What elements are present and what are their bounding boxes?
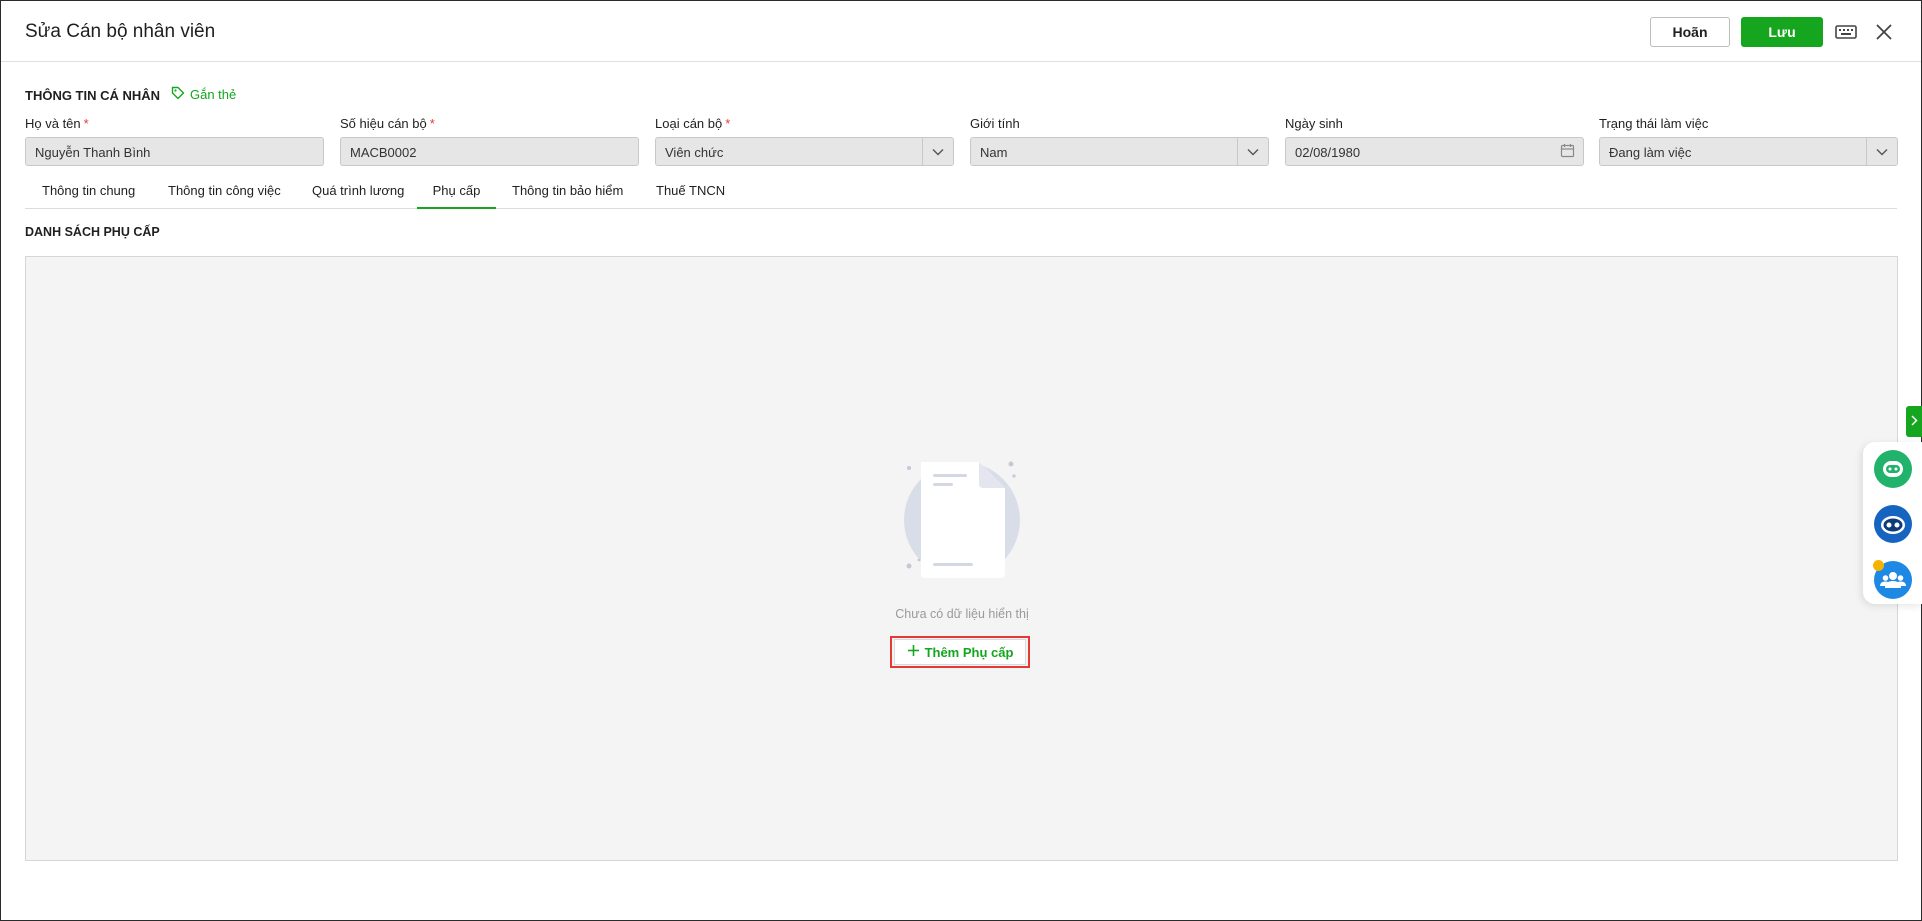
close-icon[interactable] [1873, 21, 1895, 43]
tag-icon [171, 86, 185, 103]
dialog-header: Sửa Cán bộ nhân viên Hoãn Lưu [1, 1, 1921, 62]
full-name-label: Họ và tên * [25, 116, 89, 131]
add-allowance-label: Thêm Phụ cấp [924, 644, 1014, 660]
tab-general-info[interactable]: Thông tin chung [42, 183, 135, 209]
allowance-list-title: DANH SÁCH PHỤ CẤP [25, 225, 160, 239]
calendar-icon[interactable] [1560, 143, 1575, 161]
side-panel-toggle[interactable] [1906, 406, 1922, 437]
gender-select[interactable]: Nam [970, 137, 1269, 166]
cancel-button[interactable]: Hoãn [1650, 17, 1730, 47]
full-name-field[interactable]: Nguyễn Thanh Bình [25, 137, 324, 166]
chat-icon[interactable] [1874, 450, 1912, 488]
save-button[interactable]: Lưu [1741, 17, 1823, 47]
staff-code-field[interactable]: MACB0002 [340, 137, 639, 166]
gender-label: Giới tính [970, 116, 1020, 131]
tab-insurance-info[interactable]: Thông tin bảo hiểm [512, 183, 623, 209]
birth-date-field[interactable]: 02/08/1980 [1285, 137, 1584, 166]
empty-state-text: Chưa có dữ liệu hiển thị [895, 607, 1029, 621]
keyboard-icon[interactable] [1834, 21, 1858, 43]
notification-dot [1873, 560, 1884, 571]
tab-allowance[interactable]: Phụ cấp [417, 183, 496, 209]
tab-job-info[interactable]: Thông tin công việc [168, 183, 281, 209]
empty-document-icon [881, 456, 1031, 591]
chevron-down-icon[interactable] [1237, 138, 1268, 165]
work-status-label: Trạng thái làm việc [1599, 116, 1709, 131]
edit-employee-dialog: Sửa Cán bộ nhân viên Hoãn Lưu THÔNG TIN … [0, 0, 1922, 921]
chevron-down-icon[interactable] [922, 138, 953, 165]
plus-icon [907, 644, 920, 660]
chevron-down-icon[interactable] [1866, 138, 1897, 165]
tab-salary-history[interactable]: Quá trình lương [312, 183, 404, 209]
work-status-select[interactable]: Đang làm việc [1599, 137, 1898, 166]
add-tag-link[interactable]: Gắn thẻ [171, 86, 236, 103]
personal-info-title: THÔNG TIN CÁ NHÂN [25, 88, 161, 103]
staff-code-label: Số hiệu cán bộ * [340, 116, 435, 131]
required-mark: * [83, 116, 89, 131]
required-mark: * [725, 116, 731, 131]
page-title: Sửa Cán bộ nhân viên [25, 21, 216, 42]
chevron-right-icon [1910, 413, 1918, 431]
staff-type-label: Loại cán bộ * [655, 116, 731, 131]
birth-date-label: Ngày sinh [1285, 116, 1343, 131]
tab-personal-income-tax[interactable]: Thuế TNCN [656, 183, 725, 209]
staff-type-select[interactable]: Viên chức [655, 137, 954, 166]
add-tag-label: Gắn thẻ [190, 87, 237, 102]
robot-icon[interactable] [1874, 505, 1912, 543]
add-allowance-button[interactable]: Thêm Phụ cấp [894, 639, 1026, 665]
tab-bar: Thông tin chung Thông tin công việc Quá … [25, 179, 1897, 209]
required-mark: * [429, 116, 435, 131]
